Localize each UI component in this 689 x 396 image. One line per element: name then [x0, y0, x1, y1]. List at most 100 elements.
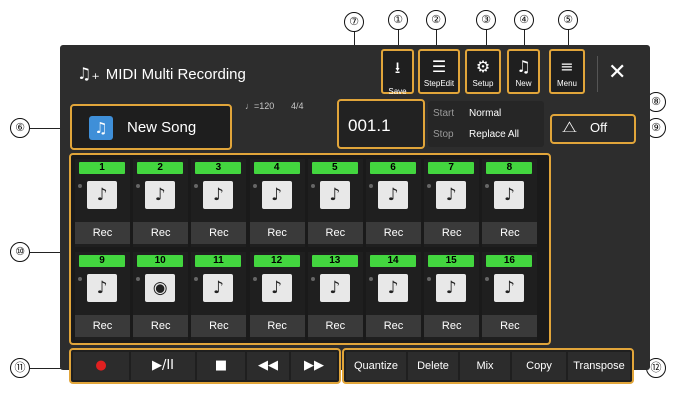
track-rec-button[interactable]: Rec: [366, 222, 421, 244]
track-rec-button[interactable]: Rec: [307, 222, 363, 244]
save-button[interactable]: ⭳ Save: [381, 49, 414, 96]
track-7[interactable]: 7 ♪ Rec: [424, 159, 480, 247]
new-button[interactable]: ♫ New: [507, 49, 540, 94]
setup-button[interactable]: ⚙ Setup: [465, 49, 501, 94]
track-indicator: [485, 277, 490, 281]
track-number[interactable]: 14: [370, 255, 416, 267]
piano-icon[interactable]: ♪: [87, 181, 117, 209]
piano-icon[interactable]: ♪: [261, 181, 292, 209]
track-number[interactable]: 8: [486, 162, 533, 174]
close-icon[interactable]: ✕: [608, 60, 626, 85]
piano-icon[interactable]: ♪: [87, 274, 117, 302]
track-1[interactable]: 1 ♪ Rec: [75, 159, 130, 247]
track-rec-button[interactable]: Rec: [191, 315, 247, 337]
piano-icon[interactable]: ♪: [378, 181, 408, 209]
track-15[interactable]: 15 ♪ Rec: [424, 252, 480, 340]
track-3[interactable]: 3 ♪ Rec: [191, 159, 247, 247]
stop-value: Replace All: [469, 129, 520, 140]
track-12[interactable]: 12 ♪ Rec: [249, 252, 305, 340]
track-number[interactable]: 16: [486, 255, 533, 267]
start-value: Normal: [469, 108, 502, 119]
track-rec-button[interactable]: Rec: [75, 222, 130, 244]
track-rec-button[interactable]: Rec: [75, 315, 130, 337]
track-number[interactable]: 13: [311, 255, 358, 267]
track-number[interactable]: 15: [428, 255, 475, 267]
track-indicator: [427, 277, 432, 281]
piano-icon[interactable]: ♪: [261, 274, 292, 302]
track-indicator: [310, 277, 315, 281]
track-rec-button[interactable]: Rec: [482, 315, 538, 337]
piano-icon[interactable]: ♪: [145, 181, 176, 209]
quantize-button[interactable]: Quantize: [346, 352, 406, 380]
piano-icon[interactable]: ♪: [319, 181, 350, 209]
track-number[interactable]: 2: [137, 162, 184, 174]
copy-button[interactable]: Copy: [512, 352, 566, 380]
track-number[interactable]: 12: [253, 255, 300, 267]
track-rec-button[interactable]: Rec: [424, 315, 480, 337]
track-14[interactable]: 14 ♪ Rec: [366, 252, 421, 340]
step-edit-icon: ☰: [431, 57, 447, 76]
screen-title-text: MIDI Multi Recording: [105, 66, 246, 83]
track-9[interactable]: 9 ♪ Rec: [75, 252, 130, 340]
track-13[interactable]: 13 ♪ Rec: [307, 252, 363, 340]
menu-icon: ≡: [560, 57, 574, 76]
piano-icon[interactable]: ♪: [436, 274, 467, 302]
piano-icon[interactable]: ♪: [494, 274, 525, 302]
track-11[interactable]: 11 ♪ Rec: [191, 252, 247, 340]
record-button[interactable]: ●: [73, 352, 129, 380]
mix-button[interactable]: Mix: [460, 352, 510, 380]
track-6[interactable]: 6 ♪ Rec: [366, 159, 421, 247]
track-rec-button[interactable]: Rec: [482, 222, 538, 244]
track-5[interactable]: 5 ♪ Rec: [307, 159, 363, 247]
delete-button[interactable]: Delete: [408, 352, 458, 380]
track-4[interactable]: 4 ♪ Rec: [249, 159, 305, 247]
track-rec-button[interactable]: Rec: [133, 222, 189, 244]
track-number[interactable]: 6: [370, 162, 416, 174]
track-number[interactable]: 1: [79, 162, 125, 174]
track-16[interactable]: 16 ♪ Rec: [482, 252, 538, 340]
fast-forward-button[interactable]: ▶▶: [291, 352, 337, 380]
track-rec-button[interactable]: Rec: [249, 315, 305, 337]
piano-icon[interactable]: ♪: [436, 181, 467, 209]
stepedit-button[interactable]: ☰ StepEdit: [418, 49, 460, 94]
callout-4: ④: [514, 10, 534, 30]
callout-6: ⑥: [10, 118, 30, 138]
stepedit-button-label: StepEdit: [423, 79, 455, 88]
track-indicator: [136, 277, 141, 281]
piano-icon[interactable]: ♪: [378, 274, 408, 302]
track-number[interactable]: 7: [428, 162, 475, 174]
track-indicator: [252, 184, 257, 188]
track-number[interactable]: 9: [79, 255, 125, 267]
track-number[interactable]: 10: [137, 255, 184, 267]
track-indicator: [369, 184, 373, 188]
song-name: New Song: [127, 119, 197, 136]
menu-button-label: Menu: [556, 79, 577, 88]
track-number[interactable]: 11: [195, 255, 242, 267]
track-rec-button[interactable]: Rec: [307, 315, 363, 337]
piano-icon[interactable]: ♪: [203, 181, 234, 209]
track-number[interactable]: 3: [195, 162, 242, 174]
piano-icon[interactable]: ♪: [319, 274, 350, 302]
track-8[interactable]: 8 ♪ Rec: [482, 159, 538, 247]
start-label: Start: [433, 108, 455, 119]
track-rec-button[interactable]: Rec: [191, 222, 247, 244]
time-signature: 4/4: [291, 101, 304, 111]
track-2[interactable]: 2 ♪ Rec: [133, 159, 189, 247]
rewind-button[interactable]: ◀◀: [247, 352, 289, 380]
track-rec-button[interactable]: Rec: [249, 222, 305, 244]
stop-button[interactable]: ■: [197, 352, 245, 380]
transpose-button[interactable]: Transpose: [568, 352, 630, 380]
callout-1: ①: [388, 10, 408, 30]
piano-icon[interactable]: ♪: [494, 181, 525, 209]
piano-icon[interactable]: ♪: [203, 274, 234, 302]
track-rec-button[interactable]: Rec: [133, 315, 189, 337]
track-10[interactable]: 10 ◉ Rec: [133, 252, 189, 340]
track-number[interactable]: 5: [311, 162, 358, 174]
drum-icon[interactable]: ◉: [145, 274, 176, 302]
track-indicator: [194, 184, 199, 188]
play-pause-button[interactable]: ▶/II: [131, 352, 195, 380]
track-rec-button[interactable]: Rec: [424, 222, 480, 244]
track-rec-button[interactable]: Rec: [366, 315, 421, 337]
menu-button[interactable]: ≡ Menu: [549, 49, 585, 94]
track-number[interactable]: 4: [253, 162, 300, 174]
